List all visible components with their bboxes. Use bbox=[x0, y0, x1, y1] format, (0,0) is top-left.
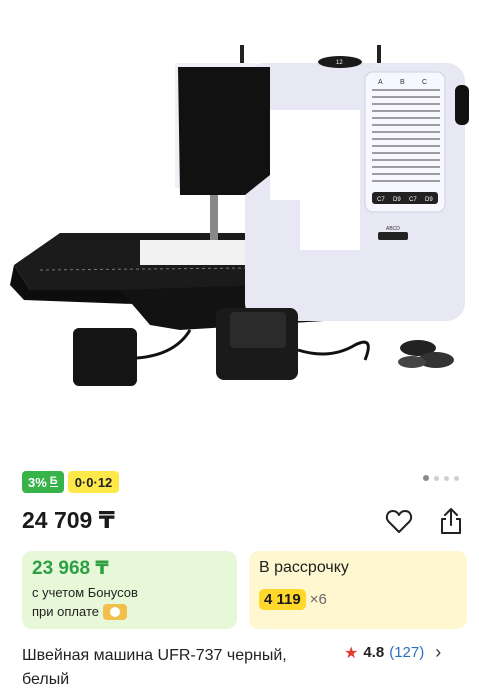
panel-col-a: A bbox=[378, 79, 383, 86]
installment-card[interactable]: В рассрочку 4 119 ×6 bbox=[249, 551, 467, 629]
panel-col-b: B bbox=[400, 79, 405, 86]
bonus-badge-percent: 3% bbox=[28, 474, 47, 490]
carousel-dot-2[interactable] bbox=[434, 475, 439, 481]
dial-label: 12 bbox=[336, 60, 343, 66]
star-icon: ★ bbox=[344, 644, 359, 662]
panel-special-1: C7 bbox=[377, 197, 385, 203]
rating-link[interactable]: ★ 4.8 (127) › bbox=[344, 642, 441, 663]
mode-label: ABCD bbox=[386, 226, 400, 232]
installment-amount: 4 119 bbox=[259, 589, 306, 610]
carousel-dot-4[interactable] bbox=[454, 475, 459, 481]
sewing-machine-illustration: A B C C7 D9 C7 D9 ABCD 12 bbox=[10, 45, 469, 386]
carousel-dot-1[interactable] bbox=[423, 475, 429, 481]
chevron-right-icon: › bbox=[435, 642, 442, 662]
bonus-price-card[interactable]: 23 968 ₸ с учетом Бонусов при оплате bbox=[22, 551, 237, 629]
bonus-badge[interactable]: 3% Б bbox=[22, 471, 64, 493]
installment-multiplier: ×6 bbox=[309, 591, 327, 608]
bank-logo-icon bbox=[102, 604, 127, 620]
bonus-price-amount: 23 968 ₸ bbox=[32, 558, 109, 579]
bonus-price-caption-2: при оплате bbox=[32, 604, 99, 619]
carousel-dot-3[interactable] bbox=[444, 475, 449, 481]
installment-title: В рассрочку bbox=[259, 559, 349, 576]
share-icon bbox=[441, 508, 461, 534]
favorite-button[interactable] bbox=[385, 508, 413, 536]
panel-special-3: C7 bbox=[409, 197, 417, 203]
panel-col-c: C bbox=[422, 79, 427, 86]
product-title: Швейная машина UFR-737 черный, белый bbox=[22, 647, 287, 688]
panel-special-4: D9 bbox=[425, 197, 433, 203]
bonus-mark-icon: Б bbox=[49, 475, 58, 487]
installment-badge[interactable]: 0·0·12 bbox=[67, 471, 120, 493]
rating-value: 4.8 bbox=[363, 644, 385, 661]
carousel-dots[interactable] bbox=[423, 475, 459, 481]
panel-special-2: D9 bbox=[393, 197, 401, 203]
share-button[interactable] bbox=[437, 506, 465, 536]
heart-icon bbox=[385, 510, 413, 533]
review-count: (127) bbox=[389, 644, 425, 661]
bonus-price-caption-1: с учетом Бонусов bbox=[32, 585, 138, 600]
product-price: 24 709 ₸ bbox=[22, 507, 115, 533]
promo-badges: 3% Б 0·0·12 bbox=[22, 471, 120, 493]
product-image[interactable]: A B C C7 D9 C7 D9 ABCD 12 bbox=[0, 0, 479, 460]
